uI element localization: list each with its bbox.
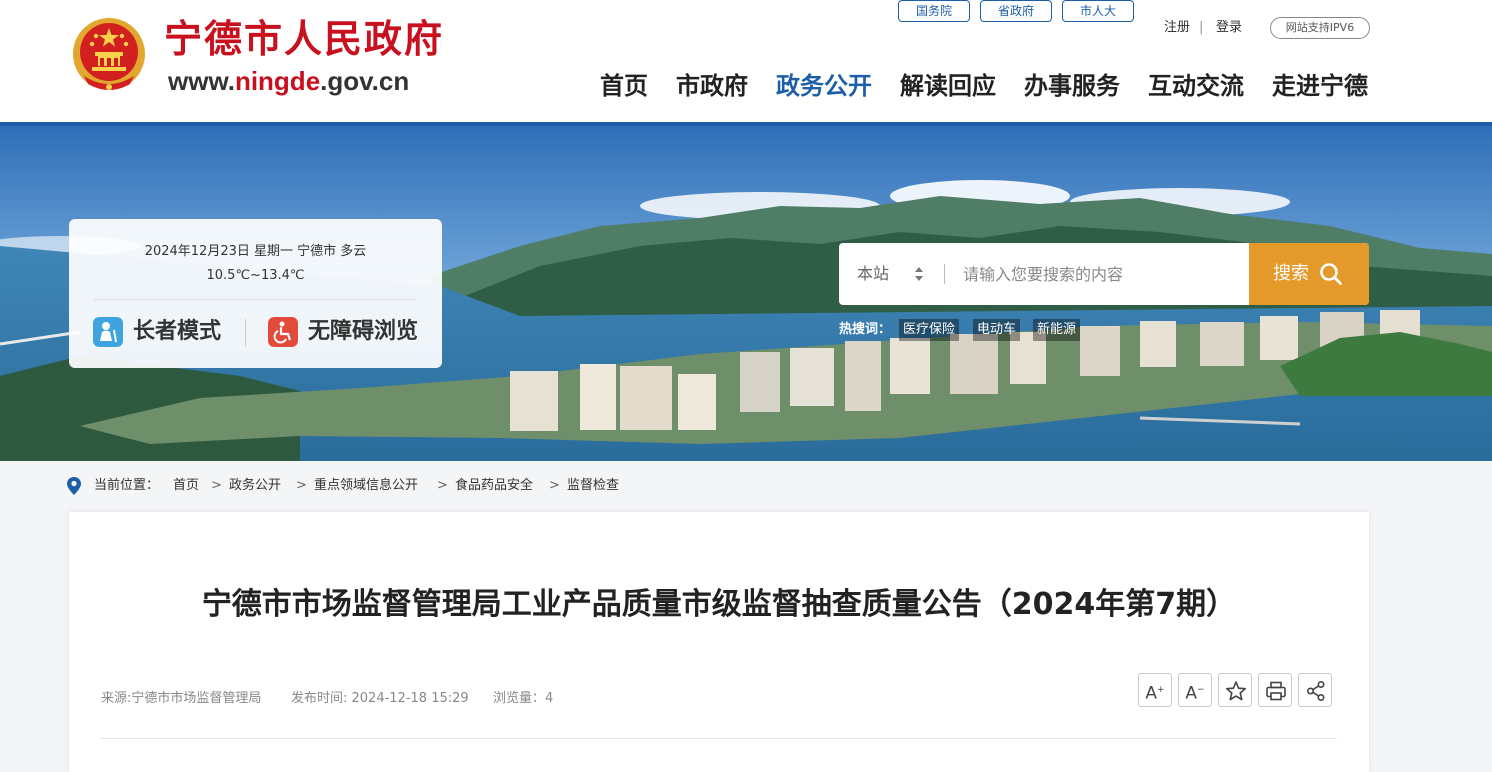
print-button[interactable] [1258,673,1292,707]
site-header: 宁德市人民政府 www.ningde.gov.cn 国务院 省政府 市人大 注册… [0,0,1492,122]
article-views: 浏览量：4 [493,691,554,706]
nav-services[interactable]: 办事服务 [1024,68,1120,104]
search-scope-select[interactable]: 本站 [857,243,889,305]
login-separator: | [1199,20,1204,35]
link-state-council[interactable]: 国务院 [898,0,970,22]
site-title[interactable]: 宁德市人民政府 [164,16,444,62]
search-bar: 本站 搜索 [839,243,1369,305]
font-increase-icon: A+ [1139,674,1171,710]
site-url-prefix: www. [168,66,235,96]
article-title: 宁德市市场监督管理局工业产品质量市级监督抽查质量公告（2024年第7期） [201,587,1237,622]
site-url: www.ningde.gov.cn [168,66,409,96]
breadcrumb-separator: > [549,478,560,493]
accessible-mode-label: 无障碍浏览 [308,319,419,344]
temperature: 10.5℃~13.4℃ [206,268,305,283]
hot-search-label: 热搜词： [839,322,892,337]
share-button[interactable] [1298,673,1332,707]
breadcrumb-food-drug-safety[interactable]: 食品药品安全 [455,476,533,496]
article-divider [101,738,1337,739]
mode-separator [245,319,246,347]
search-input[interactable] [951,243,1271,305]
national-emblem-icon[interactable] [70,14,148,96]
nav-home[interactable]: 首页 [600,68,648,104]
date-weather: 2024年12月23日 星期一 宁德市 多云 [144,244,367,259]
search-icon [1320,263,1342,285]
font-increase-button[interactable]: A+ [1138,673,1172,707]
site-url-suffix: .gov.cn [320,66,410,96]
font-decrease-button[interactable]: A− [1178,673,1212,707]
link-provincial-government[interactable]: 省政府 [980,0,1052,22]
elder-icon [93,317,123,347]
nav-about-ningde[interactable]: 走进宁德 [1272,68,1368,104]
breadcrumb-separator: > [437,478,448,493]
hot-word-new-energy[interactable]: 新能源 [1033,319,1081,341]
article-source: 来源:宁德市市场监督管理局 [101,691,262,706]
breadcrumb-key-areas[interactable]: 重点领域信息公开 [314,476,418,496]
font-decrease-sign: − [1197,685,1205,695]
weather-panel: 2024年12月23日 星期一 宁德市 多云 10.5℃~13.4℃ 长者模式 … [69,219,442,368]
article-publish-time: 发布时间: 2024-12-18 15:29 [291,691,469,706]
nav-interaction[interactable]: 互动交流 [1148,68,1244,104]
search-button[interactable]: 搜索 [1249,243,1369,305]
breadcrumb-supervision[interactable]: 监督检查 [567,476,619,496]
article-card: 宁德市市场监督管理局工业产品质量市级监督抽查质量公告（2024年第7期） 来源:… [69,512,1369,772]
nav-city-government[interactable]: 市政府 [676,68,748,104]
search-button-label: 搜索 [1273,263,1309,284]
breadcrumb-home[interactable]: 首页 [173,476,199,496]
printer-icon [1266,681,1286,701]
font-decrease-icon: A− [1179,674,1211,710]
breadcrumb-separator: > [211,478,222,493]
site-url-highlight: ningde [234,66,321,96]
wheelchair-icon [268,317,298,347]
share-icon [1306,680,1325,702]
ipv6-badge: 网站支持IPV6 [1270,17,1370,39]
weather-divider [94,299,417,300]
login-link[interactable]: 登录 [1216,18,1242,38]
nav-interpretation[interactable]: 解读回应 [900,68,996,104]
nav-government-affairs[interactable]: 政务公开 [776,68,872,104]
register-link[interactable]: 注册 [1164,18,1190,38]
search-separator [944,264,945,284]
hot-word-medical-insurance[interactable]: 医疗保险 [899,319,960,341]
breadcrumb-label: 当前位置： [94,478,160,493]
font-increase-sign: + [1157,685,1165,695]
elder-mode-label: 长者模式 [133,319,222,344]
star-icon [1225,681,1247,701]
favorite-button[interactable] [1218,673,1252,707]
link-city-peoples-congress[interactable]: 市人大 [1062,0,1134,22]
font-increase-letter: A [1145,683,1158,704]
select-arrows-icon[interactable] [913,265,925,283]
font-decrease-letter: A [1185,683,1198,704]
hot-word-ebike[interactable]: 电动车 [973,319,1021,341]
breadcrumb-separator: > [296,478,307,493]
breadcrumb-government-affairs[interactable]: 政务公开 [229,476,281,496]
location-pin-icon [67,477,81,495]
